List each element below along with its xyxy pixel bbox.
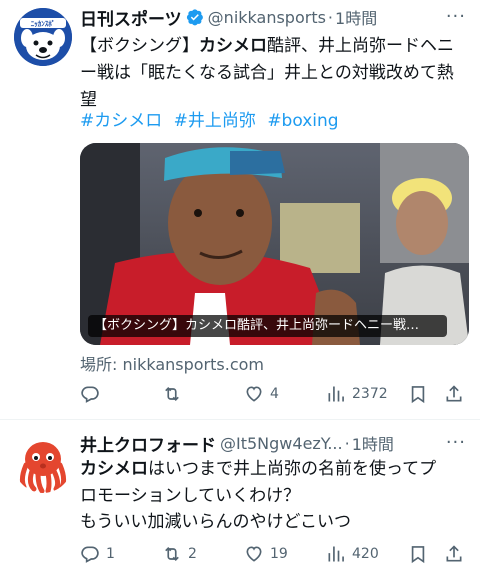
tweet-text: カシメロはいつまで井上尚弥の名前を使ってプロモーションしていくわけ？ もういい加減… [80,456,470,536]
action-bar: 4 2372 [80,382,466,406]
share-icon [446,545,462,562]
text-bold-segment: カシメロ [80,459,148,479]
hashtag-link[interactable]: #井上尚弥 [174,111,256,131]
timestamp[interactable]: 1時間 [352,432,394,454]
views-chart-icon [328,546,344,562]
reply-icon [81,386,99,403]
nikkan-mascot-icon: ﾆｯｶﾝｽﾎﾟ [14,8,72,66]
tweet-header: 日刊スポーツ @nikkansports · 1時間 ··· [80,6,466,28]
display-name[interactable]: 日刊スポーツ [80,6,182,29]
retweet-button[interactable] [162,382,188,406]
like-count: 4 [270,386,279,402]
separator-dot: · [327,7,334,27]
share-icon [446,385,462,402]
reply-icon [81,546,99,563]
card-source[interactable]: 場所: nikkansports.com [80,351,264,375]
text-segment: もういい加減いらんのやけどこいつ [80,512,351,532]
text-segment: 【ボクシング】 [80,36,199,56]
tweet-header: 井上クロフォード @It5Ngw4ezY... · 1時間 ··· [80,432,466,454]
avatar-inoue-crawford[interactable] [14,435,72,493]
like-button[interactable]: 19 [244,542,288,566]
heart-icon [246,546,262,562]
views-chart-icon [328,386,344,402]
hashtag-link[interactable]: #カシメロ [80,111,162,131]
heart-icon [246,386,262,402]
timestamp[interactable]: 1時間 [335,6,377,28]
more-options-icon[interactable]: ··· [446,6,466,27]
action-bar: 1 2 19 420 [80,542,466,566]
text-bold-segment: カシメロ [199,36,267,56]
verified-badge-icon[interactable] [186,8,204,26]
bookmark-button[interactable] [408,382,428,406]
text-segment: はいつまで井上尚弥の名前を使ってプ [148,459,437,479]
link-card[interactable]: 【ボクシング】カシメロ酷評、井上尚弥ードヘニー戦… [80,143,469,345]
like-count: 19 [270,546,288,562]
reply-button[interactable] [80,382,106,406]
bookmark-button[interactable] [408,542,428,566]
tweet-nikkansports[interactable]: ﾆｯｶﾝｽﾎﾟ 日刊スポーツ @nikkansports · 1時間 ··· 【… [0,0,480,420]
retweet-button[interactable]: 2 [162,542,197,566]
more-options-icon[interactable]: ··· [446,432,466,453]
retweet-icon [165,386,179,402]
views-button[interactable]: 420 [326,542,379,566]
retweet-count: 2 [188,546,197,562]
hashtag-link[interactable]: #boxing [267,111,338,131]
share-button[interactable] [444,542,464,566]
bookmark-icon [411,546,425,564]
text-segment: ロモーションしていくわけ？ [80,485,301,506]
red-octopus-icon [19,442,67,493]
svg-text:ﾆｯｶﾝｽﾎﾟ: ﾆｯｶﾝｽﾎﾟ [31,19,56,28]
share-button[interactable] [444,382,464,406]
separator-dot: · [344,433,350,453]
view-count: 2372 [352,386,388,402]
handle[interactable]: @It5Ngw4ezY... [220,434,343,453]
reply-count: 1 [106,546,115,562]
views-button[interactable]: 2372 [326,382,388,406]
handle[interactable]: @nikkansports [208,8,326,27]
bookmark-icon [411,386,425,404]
avatar-nikkansports[interactable]: ﾆｯｶﾝｽﾎﾟ [14,8,72,66]
card-title: 【ボクシング】カシメロ酷評、井上尚弥ードヘニー戦… [88,315,447,337]
view-count: 420 [352,546,379,562]
tweet-reply[interactable]: 井上クロフォード @It5Ngw4ezY... · 1時間 ··· カシメロはい… [0,420,480,567]
tweet-text: 【ボクシング】カシメロ酷評、井上尚弥ードヘニー戦は「眠たくなる試合」井上との対戦… [80,33,470,114]
hashtags: #カシメロ #井上尚弥 #boxing [80,106,345,131]
display-name[interactable]: 井上クロフォード [80,432,216,455]
retweet-icon [165,546,179,562]
text-segment: 酷評、井上尚弥ードヘ [267,36,437,56]
reply-button[interactable]: 1 [80,542,115,566]
like-button[interactable]: 4 [244,382,279,406]
